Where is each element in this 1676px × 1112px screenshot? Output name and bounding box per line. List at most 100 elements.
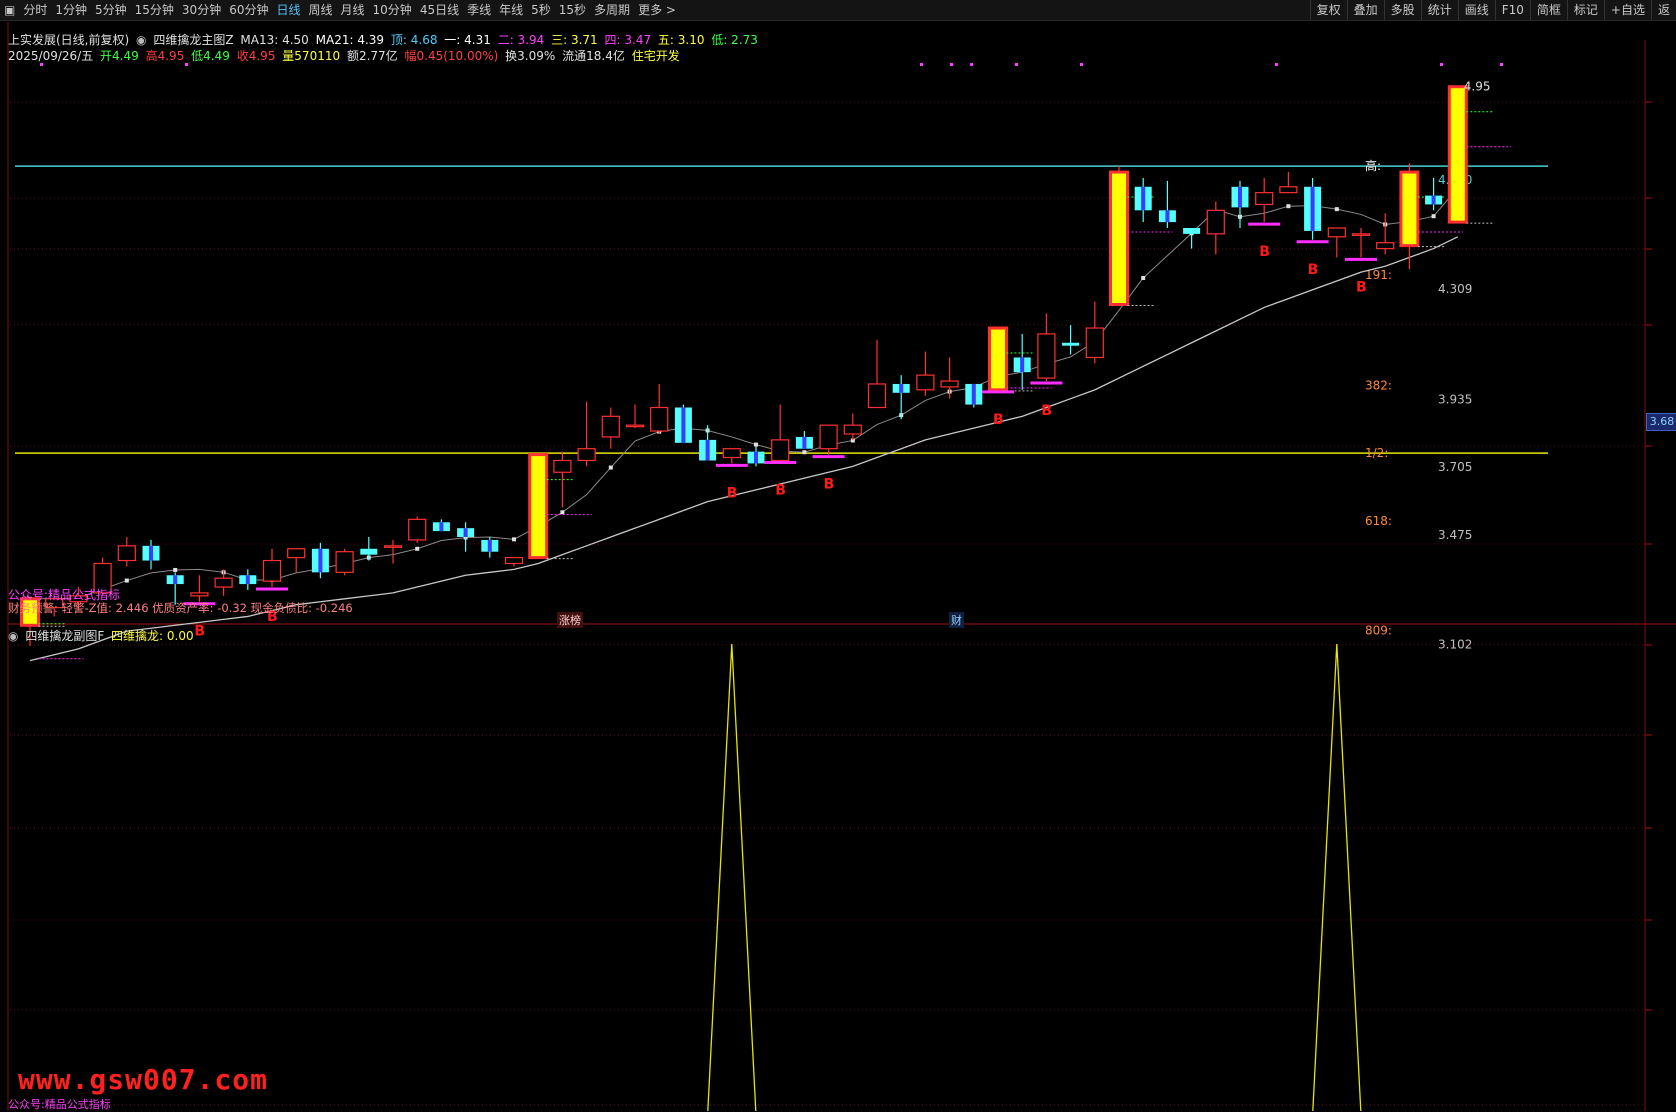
sub-indicator-value: 四维擒龙: 0.00 [111, 629, 194, 643]
up-candle-body [262, 559, 282, 582]
bottom-gzh-note: 公众号:精品公式指标 [8, 1098, 111, 1111]
fib-label: 809: [1365, 624, 1392, 638]
ma-point [1334, 207, 1339, 212]
down-candle-stripe [971, 383, 976, 405]
candle [722, 448, 741, 464]
down-candle-stripe [1141, 186, 1146, 211]
limit-up-candle-body [1447, 85, 1468, 224]
candle [142, 539, 160, 570]
up-candle-body [843, 424, 862, 435]
fib-label: 1/2: [1365, 446, 1388, 460]
bar-sector[interactable]: 住宅开发 [632, 49, 680, 63]
candle [190, 575, 209, 602]
bar-high: 高4.95 [145, 49, 185, 63]
down-candle-stripe [149, 545, 153, 561]
stock-name[interactable]: 上实发展(日线,前复权) [8, 33, 129, 47]
finance-tag[interactable]: 财 [949, 612, 964, 628]
up-candle-body [1037, 333, 1056, 379]
up-candle-body [1376, 242, 1395, 250]
up-candle-body [190, 592, 209, 597]
buy-signal-label: B [1356, 279, 1367, 295]
down-candle-stripe [1020, 357, 1025, 373]
fib-value: 3.475 [1438, 528, 1472, 542]
candle [1327, 227, 1346, 258]
candle [481, 536, 499, 558]
bar-amount: 额2.77亿 [346, 49, 398, 63]
up-candle-body [1085, 327, 1104, 359]
candle [1304, 177, 1322, 240]
up-candle-body [625, 424, 645, 428]
down-candle-body [1062, 342, 1080, 346]
bar-close: 收4.95 [236, 49, 276, 63]
candle [1447, 85, 1512, 224]
fib-label: 382: [1365, 378, 1392, 392]
ma-point [802, 450, 807, 455]
si-value: 四: 3.47 [604, 33, 652, 47]
ma-point [415, 546, 420, 551]
marker-dot [1275, 63, 1278, 66]
candle [1231, 180, 1249, 228]
buy-signal-label: B [824, 477, 835, 493]
buy-signal-label: B [1308, 262, 1319, 278]
limit-up-candle-body [1109, 170, 1129, 306]
down-candle-stripe [439, 522, 444, 532]
up-candle-body [771, 439, 790, 462]
up-candle-body [601, 415, 620, 438]
down-candle-stripe [245, 575, 250, 585]
last-price-label: 4.95 [1464, 80, 1491, 94]
sub-toggle-icon[interactable]: ◉ [8, 629, 18, 643]
candle [408, 516, 427, 543]
bar-float: 流通18.4亿 [562, 49, 625, 63]
candle [262, 548, 282, 588]
bar-date: 2025/09/26/五 [8, 49, 94, 63]
buy-signal-label: B [993, 412, 1004, 428]
candle [1134, 177, 1152, 223]
candle [650, 383, 669, 434]
limit-up-tag[interactable]: 涨榜 [557, 612, 583, 628]
candle [1376, 213, 1395, 255]
info-line-1: 上实发展(日线,前复权) ◉ 四维擒龙主图Z MA13: 4.50 MA21: … [8, 31, 761, 48]
up-candle-body [722, 448, 741, 459]
up-candle-body [819, 424, 838, 450]
candle [1085, 301, 1104, 364]
current-price-box: 3.68 [1646, 413, 1676, 431]
ma-point [560, 510, 565, 515]
candle [214, 569, 233, 596]
candle [843, 413, 862, 440]
down-candle-stripe [899, 383, 904, 393]
candle [1255, 177, 1274, 223]
bar-volume: 量570110 [282, 49, 341, 63]
ma13-value: MA13: 4.50 [240, 33, 309, 47]
candle [1062, 325, 1080, 355]
up-candle-body [1206, 209, 1225, 235]
candle [674, 404, 692, 443]
down-candle-stripe [318, 548, 323, 573]
indicator-toggle-icon[interactable]: ◉ [136, 33, 146, 47]
up-candle-body [867, 383, 887, 409]
finance-warning: 财务预警: 轻警-Z值: 2.446 优质资产率: -0.32 现金负债比: -… [8, 601, 353, 615]
marker-dot [1440, 63, 1443, 66]
bar-change: 幅0.45(10.00%) [404, 49, 499, 63]
candle [625, 404, 645, 429]
ma-short-line [30, 187, 1459, 600]
indicator-name[interactable]: 四维擒龙主图Z [153, 33, 233, 47]
candle [504, 556, 524, 567]
up-candle-body [940, 380, 959, 388]
candle [892, 375, 910, 420]
wu-value: 五: 3.10 [657, 33, 705, 47]
limit-up-candle-body [1399, 170, 1420, 248]
candle [287, 548, 306, 573]
fib-value: 4.309 [1438, 282, 1472, 296]
fib-value: 3.102 [1438, 638, 1472, 652]
up-candle-body [287, 548, 306, 559]
candle [699, 425, 717, 461]
ma-point [173, 567, 178, 572]
candle [601, 407, 620, 449]
up-candle-body [383, 545, 403, 548]
ma-line [29, 236, 1459, 662]
down-candle-stripe [1165, 210, 1170, 223]
candle [1013, 333, 1031, 390]
sub-indicator-name[interactable]: 四维擒龙副图F [25, 629, 104, 643]
fib-value: 3.705 [1438, 460, 1472, 474]
candle [771, 404, 790, 462]
